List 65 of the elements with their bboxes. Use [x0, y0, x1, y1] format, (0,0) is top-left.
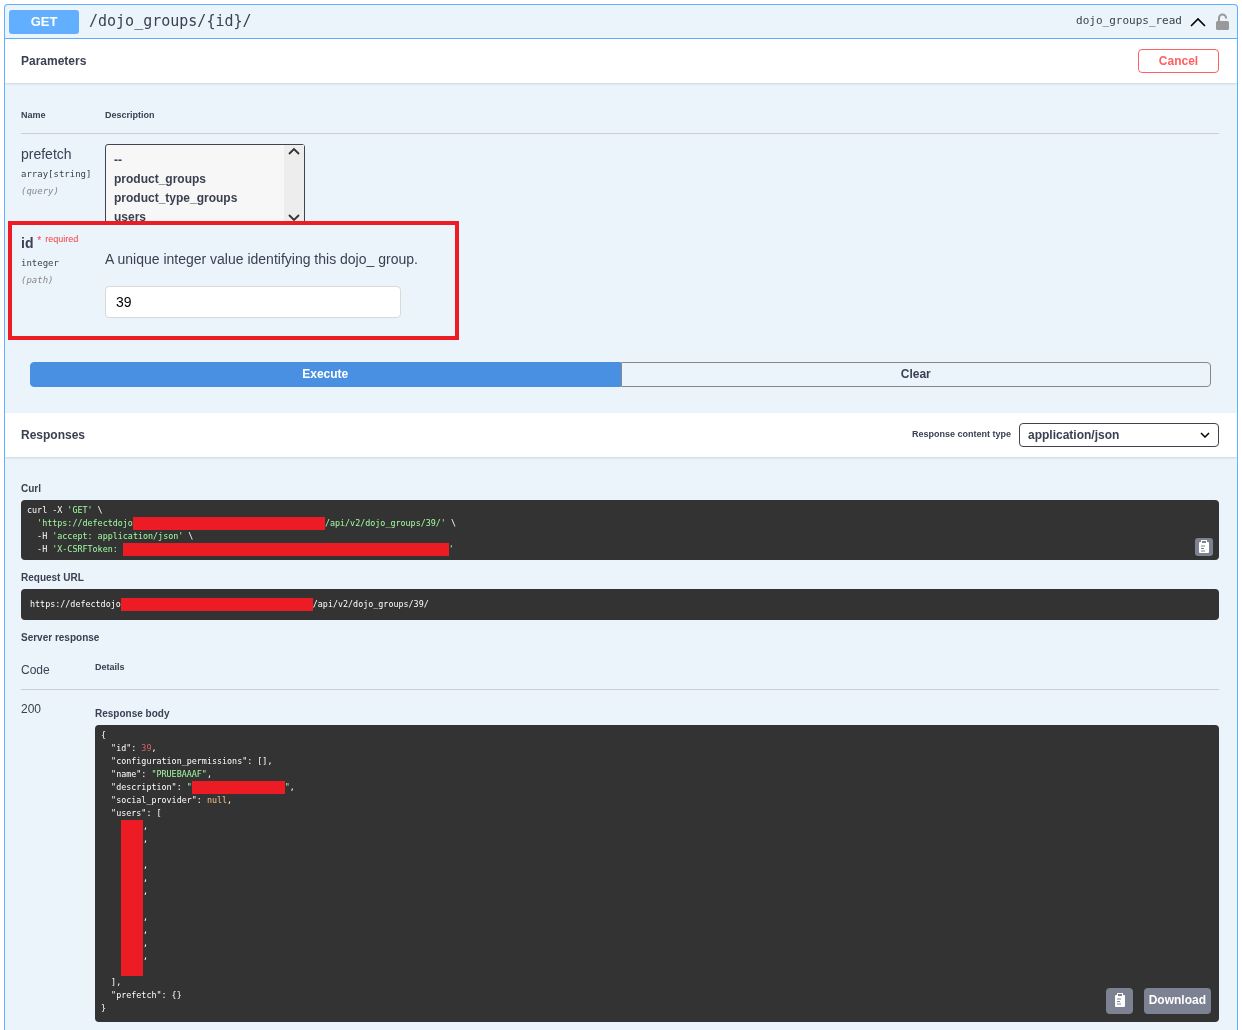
field-label: Response body — [95, 706, 171, 721]
content-type-label: Response content type — [911, 427, 1011, 441]
scroll-up-icon — [288, 146, 300, 155]
operation-id: dojo_groups_read — [1076, 13, 1182, 30]
section-title: Responses — [21, 426, 86, 444]
required-asterisk: * — [37, 234, 42, 246]
column-header: Description — [105, 109, 155, 122]
code-line: ], — [110, 975, 122, 989]
comma-text: , — [143, 832, 149, 846]
column-header: Details — [95, 660, 125, 674]
parameter-type: array[string] — [21, 167, 93, 181]
clipboard-icon — [1113, 993, 1126, 1008]
field-label: Request URL — [21, 570, 85, 585]
code-line: } — [101, 1001, 107, 1015]
code-line: "id": 39, — [110, 741, 157, 755]
column-header: Code — [21, 661, 51, 679]
comma-text: , — [143, 923, 149, 937]
endpoint-path: /dojo_groups/{id}/ — [89, 11, 252, 33]
parameter-name: prefetch — [21, 145, 72, 162]
code-line: "name": "PRUEBAAAF", — [110, 767, 212, 781]
select-option[interactable]: users — [114, 207, 276, 227]
field-label: Curl — [21, 481, 42, 496]
comma-text: , — [143, 910, 149, 924]
required-label: required — [45, 233, 79, 244]
comma-text: , — [143, 871, 149, 885]
select-option[interactable]: -- — [114, 150, 276, 170]
comma-text: , — [143, 949, 149, 963]
code-line: { — [101, 728, 107, 742]
download-button[interactable]: Download — [1143, 987, 1211, 1014]
parameter-name: id — [21, 234, 34, 251]
parameter-description: A unique integer value identifying this dojo_ group. — [105, 249, 418, 269]
code-line: "description": " ", — [110, 780, 295, 794]
code-line: "users": [ — [110, 806, 162, 820]
content-type-select[interactable]: application/json — [1019, 422, 1219, 447]
comma-text: , — [143, 884, 149, 898]
section-title: Parameters — [21, 53, 87, 70]
code-line: curl -X 'GET' \ — [27, 503, 103, 517]
code-line: "configuration_permissions": [], — [110, 754, 273, 768]
caret-icon — [1200, 431, 1210, 438]
id-input-field[interactable]: 39 — [105, 285, 401, 318]
scroll-down-icon — [288, 213, 300, 222]
code-line: -H 'accept: application/json' \ — [36, 529, 194, 543]
clear-button[interactable]: Clear — [620, 361, 1211, 387]
request-url-block: https://defectdojo /api/v2/dojo_groups/39/ — [21, 588, 1219, 620]
select-option[interactable]: product_groups — [114, 169, 276, 189]
column-header: Name — [21, 109, 47, 122]
code-line: 'https://defectdojo /api/v2/dojo_groups/39/' \ — [36, 516, 456, 530]
code-line: "prefetch": {} — [110, 988, 182, 1002]
code-line: "social_provider": null, — [110, 793, 233, 807]
copy-button[interactable] — [1195, 537, 1213, 556]
code-line: -H 'X-CSRFToken: ' — [36, 542, 454, 556]
parameter-location: (query) — [21, 185, 60, 198]
unlocked-padlock-icon[interactable] — [1216, 13, 1229, 30]
comma-text: , — [143, 858, 149, 872]
copy-button[interactable] — [1106, 987, 1133, 1014]
field-label: Server response — [21, 630, 101, 645]
method-badge: GET — [9, 9, 79, 34]
parameter-location: (path) — [21, 274, 55, 287]
chevron-icon[interactable] — [1190, 16, 1206, 27]
comma-text: , — [143, 819, 149, 833]
clipboard-icon — [1198, 540, 1210, 553]
comma-text: , — [143, 936, 149, 950]
parameter-type: integer — [21, 256, 60, 270]
status-code: 200 — [21, 700, 43, 718]
select-option[interactable]: product_type_groups — [114, 188, 276, 208]
